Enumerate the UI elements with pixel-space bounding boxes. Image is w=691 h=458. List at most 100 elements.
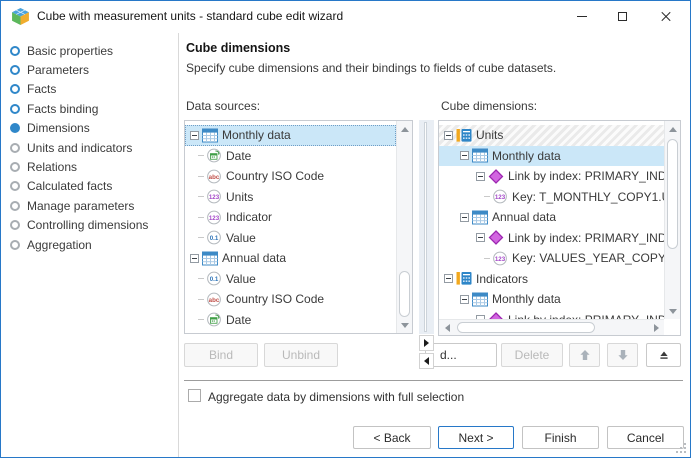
tree-row[interactable]: Indicator (185, 207, 396, 228)
splitter-expand-left-button[interactable] (419, 353, 434, 369)
bind-button[interactable]: Bind (184, 343, 258, 367)
table-icon (472, 210, 488, 225)
resize-grip[interactable] (676, 443, 687, 454)
tree-row[interactable]: Value (185, 228, 396, 249)
tree-row[interactable]: Date (185, 146, 396, 167)
splitter-expand-right-button[interactable] (419, 335, 434, 351)
cube-dimensions-panel: UnitsMonthly dataLink by index: PRIMARY_… (438, 120, 681, 336)
table-icon (202, 128, 218, 143)
collapse-expander-icon[interactable] (444, 131, 453, 140)
tree-line (198, 237, 204, 238)
tree-row[interactable]: Country ISO Code (185, 289, 396, 310)
next-button[interactable]: Next > (438, 426, 514, 449)
collapse-expander-icon[interactable] (460, 213, 469, 222)
sidebar-step-facts-binding[interactable]: Facts binding (1, 99, 178, 118)
tree-row[interactable]: Indicators (439, 269, 664, 290)
tree-node-label: Units (476, 128, 503, 142)
number-field-icon (206, 189, 222, 204)
tree-row[interactable]: Date (185, 310, 396, 331)
move-up-button[interactable] (569, 343, 600, 367)
back-button[interactable]: < Back (353, 426, 431, 449)
scroll-up-arrow[interactable] (397, 121, 413, 137)
tree-row[interactable]: Value (185, 269, 396, 290)
collapse-expander-icon[interactable] (190, 254, 199, 263)
sidebar-step-dimensions[interactable]: Dimensions (1, 119, 178, 138)
move-to-top-button[interactable] (646, 343, 681, 367)
tree-row[interactable]: Link by index: PRIMARY_INDEX (439, 310, 664, 320)
sidebar-step-calculated-facts[interactable]: Calculated facts (1, 177, 178, 196)
tree-row[interactable]: Link by index: PRIMARY_INDEX (439, 166, 664, 187)
tree-row[interactable]: Key: T_MONTHLY_COPY1.UNIT (439, 187, 664, 208)
sidebar-step-basic-properties[interactable]: Basic properties (1, 41, 178, 60)
finish-button[interactable]: Finish (522, 426, 599, 449)
tree-line (484, 258, 490, 259)
tree-row[interactable]: Key: VALUES_YEAR_COPY1.UN (439, 248, 664, 269)
tree-row[interactable]: Annual data (439, 207, 664, 228)
collapse-expander-icon[interactable] (190, 131, 199, 140)
close-button[interactable] (642, 1, 690, 32)
tree-line (198, 278, 204, 279)
number-field-icon (492, 189, 508, 204)
vertical-scrollbar[interactable] (664, 121, 680, 319)
splitter-handle[interactable] (424, 122, 427, 332)
tree-line (198, 176, 204, 177)
tree-row[interactable]: Link by index: PRIMARY_INDEX (439, 228, 664, 249)
tree-row[interactable]: Monthly data (185, 125, 396, 146)
page-description: Specify cube dimensions and their bindin… (186, 61, 556, 75)
scroll-right-arrow[interactable] (648, 320, 664, 336)
collapse-expander-icon[interactable] (460, 295, 469, 304)
scroll-down-arrow[interactable] (397, 317, 413, 333)
tree-row[interactable]: Country ISO Code (185, 166, 396, 187)
add-button[interactable]: d... (425, 343, 497, 367)
aggregate-checkbox[interactable] (188, 389, 201, 402)
panel-splitter[interactable] (419, 120, 434, 334)
maximize-button[interactable] (602, 1, 642, 32)
cube-dimensions-label: Cube dimensions: (441, 99, 537, 113)
sidebar-step-aggregation[interactable]: Aggregation (1, 235, 178, 254)
tree-node-label: Country ISO Code (226, 292, 324, 306)
horizontal-scrollbar[interactable] (439, 319, 664, 335)
move-down-button[interactable] (607, 343, 638, 367)
tree-node-label: Date (226, 313, 251, 327)
delete-button[interactable]: Delete (501, 343, 563, 367)
vertical-scrollbar[interactable] (396, 121, 412, 333)
scroll-left-arrow[interactable] (439, 320, 455, 336)
tree-row[interactable]: Units (439, 125, 664, 146)
table-icon (202, 251, 218, 266)
scrollbar-thumb[interactable] (399, 271, 410, 317)
minimize-button[interactable] (562, 1, 602, 32)
sidebar-step-units-and-indicators[interactable]: Units and indicators (1, 138, 178, 157)
step-label: Dimensions (27, 121, 90, 135)
step-status-icon (10, 181, 20, 191)
collapse-expander-icon[interactable] (476, 233, 485, 242)
unbind-button[interactable]: Unbind (264, 343, 338, 367)
scrollbar-thumb[interactable] (457, 322, 595, 333)
sidebar-step-facts[interactable]: Facts (1, 80, 178, 99)
scrollbar-thumb[interactable] (667, 139, 678, 249)
collapse-expander-icon[interactable] (476, 172, 485, 181)
tree-node-label: Annual data (492, 210, 556, 224)
data-sources-label: Data sources: (186, 99, 260, 113)
tree-row[interactable]: Monthly data (439, 289, 664, 310)
tree-row[interactable]: Units (185, 187, 396, 208)
scroll-up-arrow[interactable] (665, 121, 681, 137)
tree-node-label: Monthly data (492, 149, 561, 163)
step-status-icon (10, 201, 20, 211)
sidebar-step-relations[interactable]: Relations (1, 157, 178, 176)
sidebar-step-manage-parameters[interactable]: Manage parameters (1, 196, 178, 215)
tree-line (198, 319, 204, 320)
tree-row[interactable]: Monthly data (439, 146, 664, 167)
cancel-button[interactable]: Cancel (607, 426, 684, 449)
sidebar-step-controlling-dimensions[interactable]: Controlling dimensions (1, 216, 178, 235)
step-label: Basic properties (27, 44, 113, 58)
step-status-icon (10, 143, 20, 153)
wizard-steps-sidebar: Basic properties ParametersFactsFacts bin… (1, 33, 179, 457)
collapse-expander-icon[interactable] (460, 151, 469, 160)
close-icon (660, 11, 672, 23)
scroll-down-arrow[interactable] (665, 303, 681, 319)
tree-row[interactable] (185, 330, 396, 333)
sidebar-step-parameters[interactable]: Parameters (1, 60, 178, 79)
collapse-expander-icon[interactable] (444, 274, 453, 283)
link-diamond-icon (488, 312, 504, 319)
tree-row[interactable]: Annual data (185, 248, 396, 269)
